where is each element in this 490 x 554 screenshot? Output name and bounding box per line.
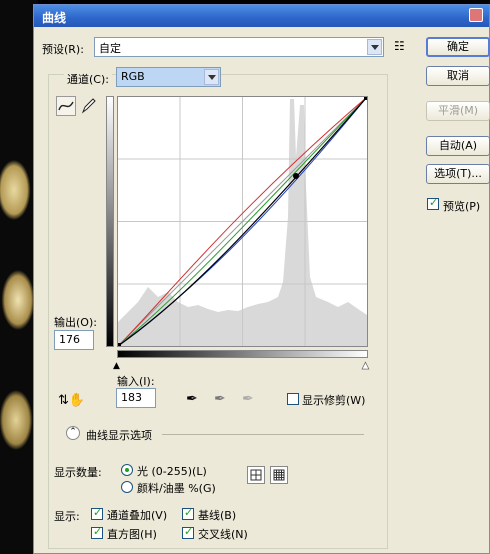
intersection-label: 交叉线(N) — [198, 528, 248, 541]
chevron-down-icon — [204, 69, 219, 85]
show-label: 显示: — [54, 510, 80, 523]
curve-tool-icon — [58, 101, 74, 111]
ok-button[interactable]: 确定 — [426, 37, 490, 57]
input-field[interactable]: 183 — [116, 388, 156, 408]
preview-label: 预览(P) — [443, 200, 481, 213]
auto-button[interactable]: 自动(A) — [426, 136, 490, 156]
output-label: 输出(O): — [54, 316, 97, 329]
section-divider — [162, 434, 364, 435]
white-point-slider-icon[interactable]: ▲ — [362, 361, 370, 372]
input-label: 输入(I): — [117, 375, 155, 388]
light-option-label: 光 (0-255)(L) — [137, 465, 207, 478]
detailed-grid-button[interactable] — [270, 466, 288, 484]
title-bar: 曲线 — [34, 5, 489, 27]
preset-menu-icon[interactable]: ☷ — [394, 39, 405, 53]
curve-point-tool[interactable] — [56, 96, 76, 116]
baseline-label: 基线(B) — [198, 509, 237, 522]
preset-value: 自定 — [99, 42, 121, 55]
histogram-label: 直方图(H) — [107, 528, 157, 541]
collapse-chevron-icon[interactable]: ⌃ — [66, 426, 80, 440]
channel-overlays-checkbox[interactable] — [91, 506, 103, 520]
gray-eyedropper-icon[interactable]: ✒ — [214, 391, 226, 407]
pigment-option-label: 颜料/油墨 %(G) — [137, 482, 216, 495]
simple-grid-button[interactable] — [247, 466, 265, 484]
input-gradient-bar — [117, 350, 368, 358]
channel-select[interactable]: RGB — [116, 67, 221, 87]
preset-select[interactable]: 自定 — [94, 37, 384, 57]
hand-adjust-icon[interactable]: ⇅✋ — [58, 393, 85, 408]
chevron-down-icon — [367, 39, 382, 55]
preview-checkbox[interactable] — [427, 196, 439, 210]
light-radio[interactable] — [121, 464, 133, 476]
baseline-checkbox[interactable] — [182, 506, 194, 520]
channel-overlays-label: 通道叠加(V) — [107, 509, 168, 522]
grid-4-icon — [250, 469, 262, 481]
window-title: 曲线 — [42, 11, 67, 25]
preset-label: 预设(R): — [42, 43, 84, 56]
channel-label: 通道(C): — [64, 71, 112, 87]
curve-control-point[interactable] — [293, 173, 299, 179]
channel-value: RGB — [121, 70, 145, 83]
smooth-button[interactable]: 平滑(M) — [426, 101, 490, 121]
output-field[interactable]: 176 — [54, 330, 94, 350]
intersection-checkbox[interactable] — [182, 525, 194, 539]
show-clipping-checkbox[interactable] — [287, 393, 299, 405]
grid-16-icon — [273, 469, 285, 481]
cancel-button[interactable]: 取消 — [426, 66, 490, 86]
black-eyedropper-icon[interactable]: ✒ — [186, 391, 198, 407]
show-clipping-label: 显示修剪(W) — [302, 394, 366, 407]
histogram-checkbox[interactable] — [91, 525, 103, 539]
white-eyedropper-icon[interactable]: ✒ — [242, 391, 254, 407]
curve-canvas — [117, 96, 368, 347]
pigment-radio[interactable] — [121, 481, 133, 493]
curves-dialog: 曲线 预设(R): 自定 ☷ 确定 取消 平滑(M) 自动(A) 选项(T)..… — [33, 4, 490, 554]
curve-display-section-label: 曲线显示选项 — [86, 429, 152, 442]
pencil-tool[interactable] — [80, 96, 100, 116]
show-amount-label: 显示数量: — [54, 466, 102, 479]
options-button[interactable]: 选项(T)... — [426, 164, 490, 184]
black-point-slider-icon[interactable]: ▲ — [113, 361, 120, 371]
output-gradient-bar — [106, 96, 114, 347]
pencil-icon — [81, 98, 96, 114]
close-icon[interactable] — [469, 8, 483, 22]
curve-graph[interactable] — [117, 96, 368, 347]
